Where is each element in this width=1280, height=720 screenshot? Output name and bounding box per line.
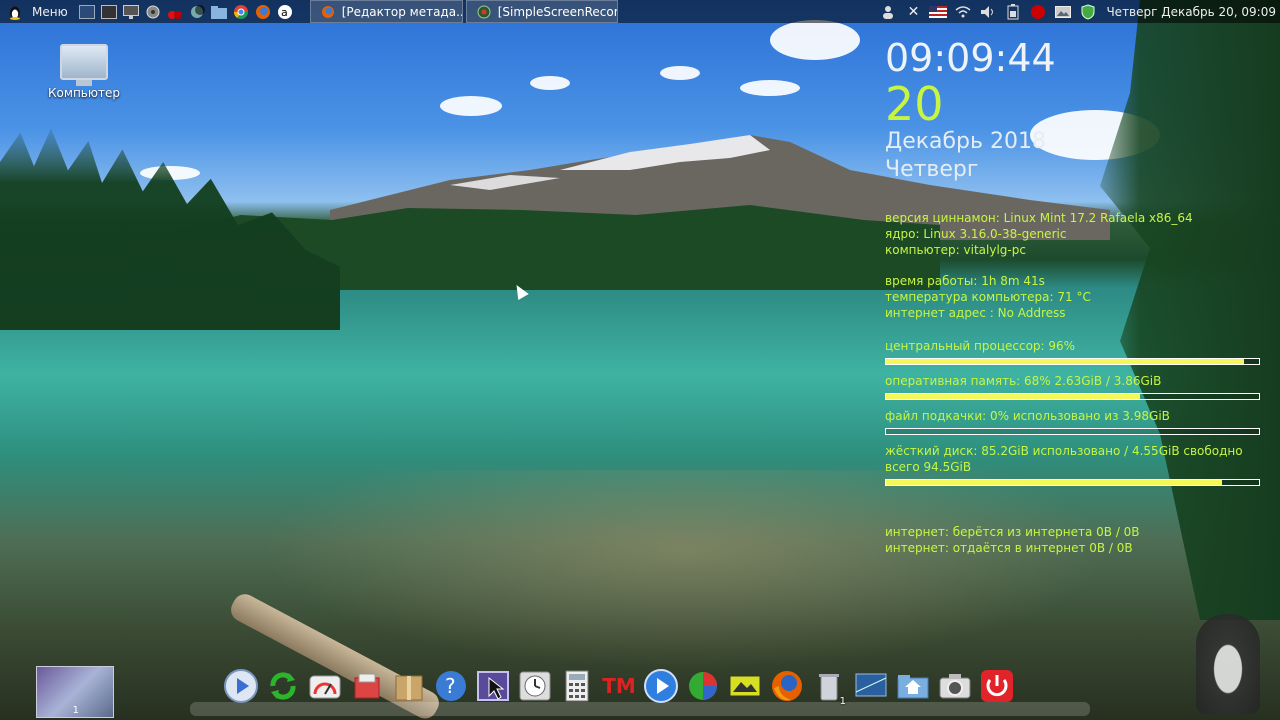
conky-swap: файл подкачки: 0% использовано из 3.98Gi… xyxy=(885,409,1170,423)
shield-icon[interactable] xyxy=(1079,3,1097,21)
color-picker-icon[interactable] xyxy=(684,667,722,705)
screenshot-icon[interactable] xyxy=(1054,3,1072,21)
record-icon[interactable] xyxy=(1029,3,1047,21)
conky-kernel: ядро: Linux 3.16.0-38-generic xyxy=(885,227,1067,241)
speedometer-icon[interactable] xyxy=(306,667,344,705)
conky-computer: компьютер: vitalylg-pc xyxy=(885,243,1026,257)
computer-icon xyxy=(60,44,108,86)
dock: ? TM 1 xyxy=(222,662,1062,710)
top-panel: Меню a [Редактор метада... [SimpleScreen… xyxy=(0,0,1280,23)
conky-day: 20 xyxy=(885,77,944,131)
conky-ip-address: интернет адрес : No Address xyxy=(885,306,1066,320)
cloud xyxy=(740,80,800,96)
cloud xyxy=(660,66,700,80)
terminal-icon[interactable] xyxy=(78,3,96,21)
conky-widget: 09:09:44 20 Декабрь 2018 Четверг версия … xyxy=(885,36,1265,556)
task-manager-icon[interactable]: TM xyxy=(600,667,638,705)
workspace-number: 1 xyxy=(72,705,79,716)
conky-time: 09:09:44 xyxy=(885,36,1056,80)
amazon-icon[interactable]: a xyxy=(276,3,294,21)
disk-bar-fill xyxy=(886,480,1222,485)
archive-icon[interactable] xyxy=(390,667,428,705)
media-player-icon[interactable] xyxy=(222,667,260,705)
cpu-bar-fill xyxy=(886,359,1245,364)
cloud xyxy=(770,20,860,60)
conky-cinnamon-version: версия циннамон: Linux Mint 17.2 Rafaela… xyxy=(885,211,1193,225)
moon-icon[interactable] xyxy=(188,3,206,21)
taskbar-window-metadata-editor[interactable]: [Редактор метада... xyxy=(309,0,463,23)
calculator-icon[interactable] xyxy=(558,667,596,705)
display-icon[interactable] xyxy=(726,667,764,705)
clock-icon[interactable] xyxy=(516,667,554,705)
monitor-icon[interactable] xyxy=(122,3,140,21)
svg-text:a: a xyxy=(281,6,288,19)
update-icon[interactable] xyxy=(264,667,302,705)
conky-net-down: интернет: берётся из интернета 0B / 0B xyxy=(885,525,1140,539)
desktop-icon-computer[interactable]: Компьютер xyxy=(42,44,126,100)
ram-bar xyxy=(885,393,1260,400)
user-icon[interactable] xyxy=(879,3,897,21)
conky-disk-total: всего 94.5GiB xyxy=(885,460,972,474)
svg-text:?: ? xyxy=(445,674,456,698)
firefox-icon[interactable] xyxy=(254,3,272,21)
desktop-icon-label: Компьютер xyxy=(48,86,120,100)
conky-net-up: интернет: отдаётся в интернет 0B / 0B xyxy=(885,541,1133,555)
battery-icon[interactable] xyxy=(1004,3,1022,21)
window-title: [SimpleScreenRecor... xyxy=(497,4,618,19)
firefox-icon xyxy=(321,3,335,21)
conky-temperature: температура компьютера: 71 °C xyxy=(885,290,1091,304)
tux-mascot xyxy=(1196,614,1260,714)
conky-ram: оперативная память: 68% 2.63GiB / 3.86Gi… xyxy=(885,374,1162,388)
screen-icon[interactable] xyxy=(852,667,890,705)
chrome-icon[interactable] xyxy=(232,3,250,21)
wifi-icon[interactable] xyxy=(954,3,972,21)
home-folder-icon[interactable] xyxy=(894,667,932,705)
conky-disk: жёсткий диск: 85.2GiB использовано / 4.5… xyxy=(885,444,1243,458)
power-icon[interactable] xyxy=(978,667,1016,705)
workspace-switcher[interactable]: 1 xyxy=(36,666,114,718)
conky-uptime: время работы: 1h 8m 41s xyxy=(885,274,1045,288)
conky-weekday: Четверг xyxy=(885,157,979,182)
help-icon[interactable]: ? xyxy=(432,667,470,705)
menu-button[interactable]: Меню xyxy=(0,3,76,21)
conky-month-year: Декабрь 2018 xyxy=(885,129,1046,154)
flag-us-icon[interactable] xyxy=(929,3,948,21)
cpu-bar xyxy=(885,358,1260,365)
taskbar-window-simplescreenrecorder[interactable]: [SimpleScreenRecor... xyxy=(465,0,618,23)
folder-icon[interactable] xyxy=(210,3,228,21)
settings-icon[interactable] xyxy=(144,3,162,21)
cloud xyxy=(530,76,570,90)
trash-icon[interactable]: 1 xyxy=(810,667,848,707)
menu-label: Меню xyxy=(32,4,68,19)
recorder-icon xyxy=(477,3,491,21)
play-icon[interactable] xyxy=(642,667,680,705)
system-tray: ✕ Четверг Декабрь 20, 09:09 xyxy=(877,0,1276,23)
window-title: [Редактор метада... xyxy=(341,4,463,19)
firefox-icon[interactable] xyxy=(768,667,806,705)
volume-icon[interactable] xyxy=(979,3,997,21)
camera-icon[interactable] xyxy=(936,667,974,705)
cherry-icon[interactable] xyxy=(166,3,184,21)
cloud xyxy=(440,96,502,116)
close-icon[interactable]: ✕ xyxy=(904,3,922,21)
conky-cpu: центральный процессор: 96% xyxy=(885,339,1076,353)
swap-bar xyxy=(885,428,1260,435)
task-manager-label: TM xyxy=(602,674,636,698)
trash-badge: 1 xyxy=(839,696,846,707)
ram-bar-fill xyxy=(886,394,1140,399)
disk-bar xyxy=(885,479,1260,486)
files-icon[interactable] xyxy=(100,3,118,21)
tux-icon xyxy=(6,3,24,21)
panel-clock[interactable]: Четверг Декабрь 20, 09:09 xyxy=(1106,5,1276,19)
window-select-icon[interactable] xyxy=(474,667,512,705)
package-installer-icon[interactable] xyxy=(348,667,386,705)
